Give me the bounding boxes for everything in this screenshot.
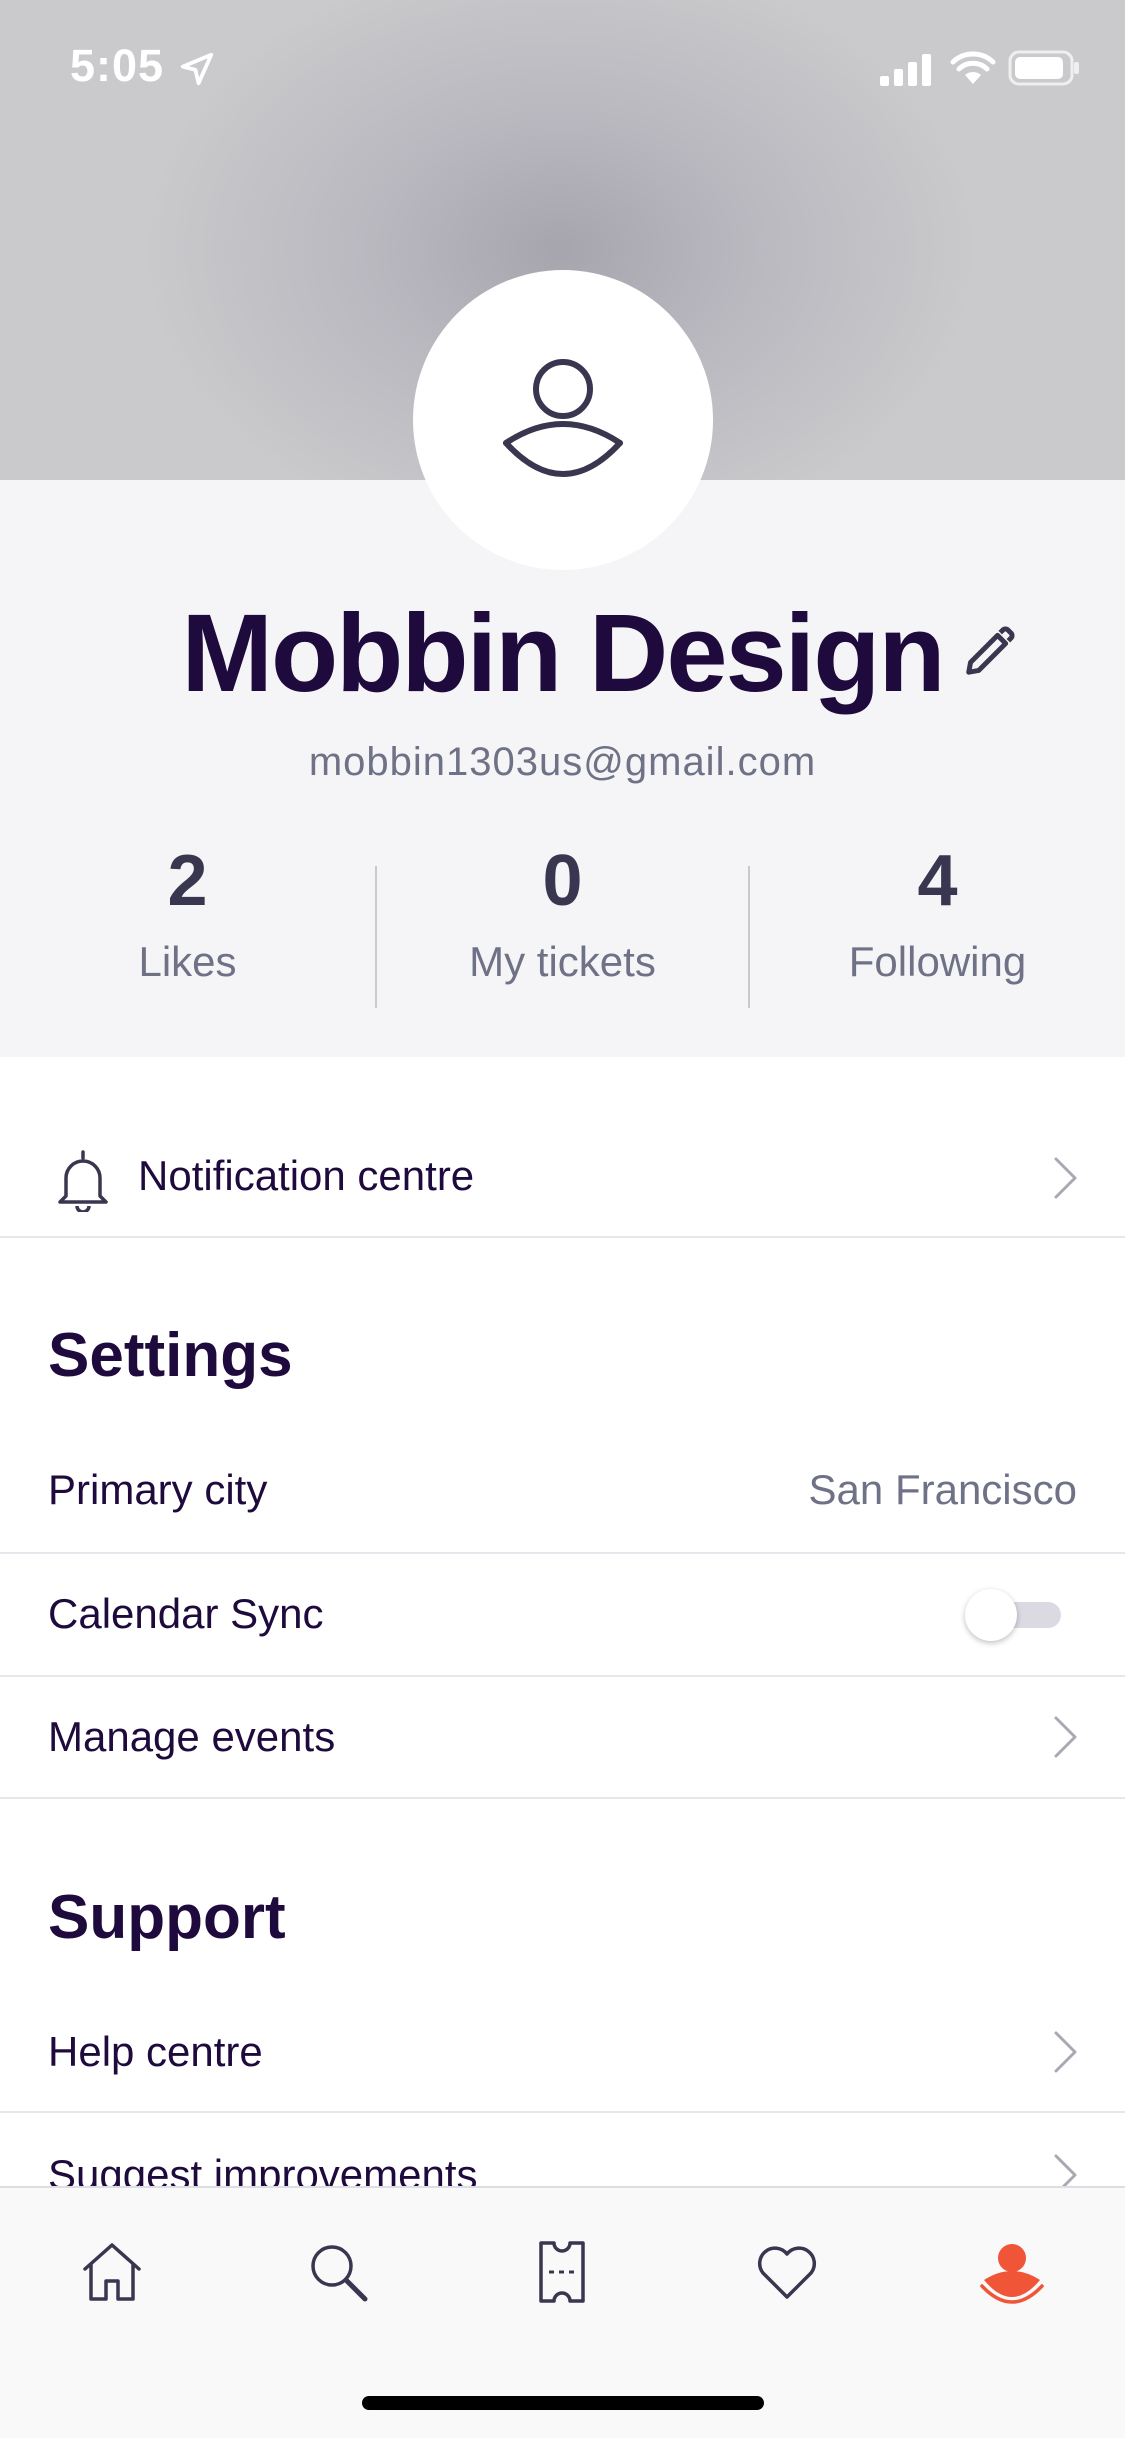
stat-my-tickets[interactable]: 0 My tickets xyxy=(375,840,750,986)
home-indicator xyxy=(362,2396,764,2410)
toggle-knob xyxy=(965,1589,1017,1641)
profile-stats: 2 Likes 0 My tickets 4 Following xyxy=(0,840,1125,1020)
profile-name: Mobbin Design xyxy=(181,592,945,715)
chevron-right-icon xyxy=(1054,2031,1077,2073)
heart-icon xyxy=(757,2246,817,2299)
stat-value: 2 xyxy=(167,841,208,921)
calendar-sync-row: Calendar Sync xyxy=(0,1554,1125,1677)
notification-centre-row[interactable]: Notification centre xyxy=(0,1120,1125,1238)
search-icon xyxy=(311,2245,368,2302)
primary-city-row[interactable]: Primary city San Francisco xyxy=(0,1432,1125,1554)
manage-events-row[interactable]: Manage events xyxy=(0,1677,1125,1799)
battery-icon xyxy=(1008,50,1079,86)
tab-search[interactable] xyxy=(298,2232,378,2312)
stat-following[interactable]: 4 Following xyxy=(750,840,1125,986)
tab-home[interactable] xyxy=(72,2232,152,2312)
stat-value: 4 xyxy=(917,841,958,921)
help-centre-row[interactable]: Help centre xyxy=(0,1992,1125,2113)
manage-events-label: Manage events xyxy=(48,1713,336,1760)
stat-likes[interactable]: 2 Likes xyxy=(0,840,375,986)
stat-label: Following xyxy=(848,938,1027,985)
tab-likes[interactable] xyxy=(747,2232,827,2312)
status-bar: 5:05 xyxy=(0,0,1125,140)
profile-avatar[interactable] xyxy=(413,270,713,570)
settings-heading: Settings xyxy=(48,1321,293,1390)
tab-profile[interactable] xyxy=(972,2232,1052,2312)
wifi-icon xyxy=(950,51,996,84)
location-arrow-icon xyxy=(180,52,214,86)
edit-pencil-icon[interactable] xyxy=(962,625,1016,679)
calendar-sync-toggle[interactable] xyxy=(965,1589,1061,1641)
chevron-right-icon xyxy=(1054,1716,1077,1758)
help-centre-label: Help centre xyxy=(48,2028,263,2075)
cellular-signal-icon xyxy=(880,54,931,86)
stat-label: My tickets xyxy=(469,938,656,985)
notification-centre-label: Notification centre xyxy=(138,1152,475,1199)
stat-value: 0 xyxy=(542,841,583,921)
status-time: 5:05 xyxy=(70,40,165,91)
profile-email: mobbin1303us@gmail.com xyxy=(308,740,817,784)
profile-icon xyxy=(980,2244,1044,2304)
calendar-sync-label: Calendar Sync xyxy=(48,1590,324,1637)
home-icon xyxy=(83,2243,141,2301)
chevron-right-icon xyxy=(1054,1157,1077,1199)
tab-tickets[interactable] xyxy=(522,2232,602,2312)
bell-icon xyxy=(58,1150,108,1212)
user-icon xyxy=(503,359,623,477)
support-heading: Support xyxy=(48,1883,286,1952)
ticket-icon xyxy=(539,2241,585,2303)
stat-label: Likes xyxy=(138,938,237,985)
primary-city-label: Primary city xyxy=(48,1466,268,1513)
primary-city-value: San Francisco xyxy=(808,1466,1077,1513)
